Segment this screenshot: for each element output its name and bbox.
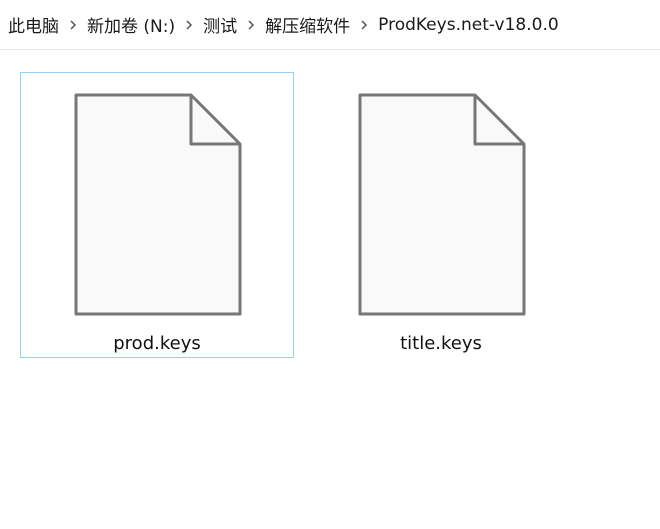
breadcrumb-item-drive[interactable]: 新加卷 (N:) bbox=[85, 12, 177, 37]
chevron-right-icon[interactable] bbox=[352, 15, 376, 35]
breadcrumb-item-unzip-software[interactable]: 解压缩软件 bbox=[263, 12, 352, 37]
chevron-right-icon[interactable] bbox=[61, 15, 85, 35]
breadcrumb-item-this-pc[interactable]: 此电脑 bbox=[6, 12, 61, 37]
chevron-right-icon[interactable] bbox=[239, 15, 263, 35]
file-name-label: title.keys bbox=[400, 333, 482, 354]
file-name-label: prod.keys bbox=[113, 333, 201, 354]
file-item-title-keys[interactable]: title.keys bbox=[304, 72, 578, 358]
breadcrumb: 此电脑 新加卷 (N:) 测试 解压缩软件 ProdKeys.net-v18.0… bbox=[0, 0, 660, 50]
generic-file-icon bbox=[74, 93, 242, 316]
generic-file-icon bbox=[358, 93, 526, 316]
file-explorer-window: 此电脑 新加卷 (N:) 测试 解压缩软件 ProdKeys.net-v18.0… bbox=[0, 0, 660, 529]
breadcrumb-item-test[interactable]: 测试 bbox=[201, 12, 239, 37]
file-list: prod.keys title.keys bbox=[0, 51, 660, 529]
file-item-prod-keys[interactable]: prod.keys bbox=[20, 72, 294, 358]
breadcrumb-item-current-folder[interactable]: ProdKeys.net-v18.0.0 bbox=[376, 15, 561, 35]
chevron-right-icon[interactable] bbox=[177, 15, 201, 35]
